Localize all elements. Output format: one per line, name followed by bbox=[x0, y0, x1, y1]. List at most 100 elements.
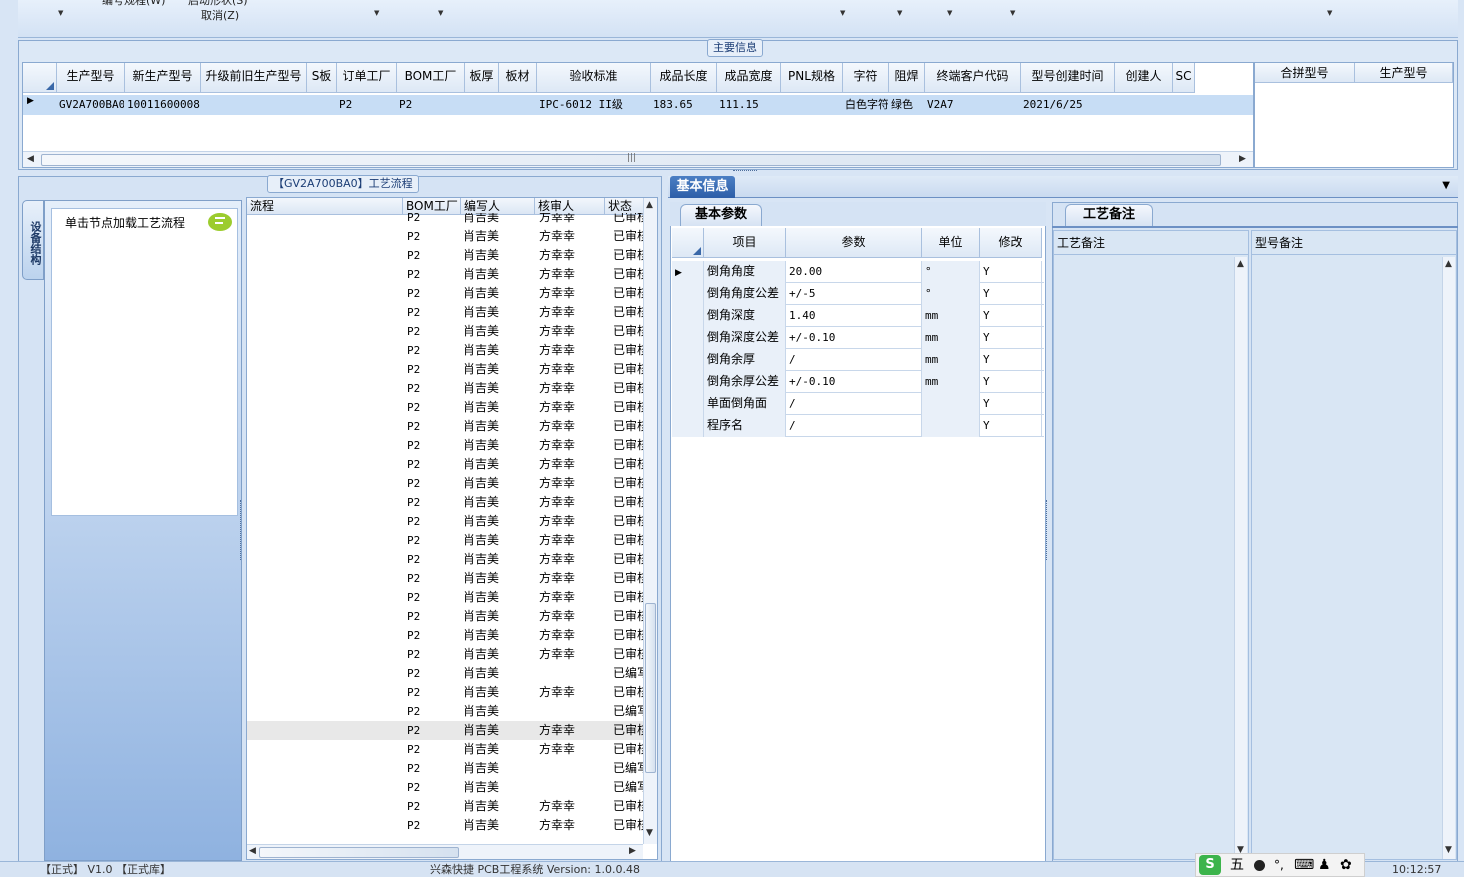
tree-row[interactable]: V槽P2肖吉美方幸幸已审核 bbox=[247, 683, 643, 702]
tree-row[interactable]: 贴膜2P2肖吉美方幸幸已审核 bbox=[247, 246, 643, 265]
table-cell[interactable]: 白色字符 bbox=[845, 96, 888, 114]
scroll-down-icon[interactable]: ▼ bbox=[1445, 845, 1452, 855]
scroll-up-icon[interactable]: ▲ bbox=[1237, 259, 1244, 269]
scrollbar-thumb[interactable] bbox=[645, 603, 656, 773]
table-cell[interactable]: P2 bbox=[339, 96, 396, 114]
tree-row[interactable]: −外层干膜2P2肖吉美方幸幸已审核 bbox=[247, 213, 643, 227]
horizontal-scrollbar[interactable]: ◀ ▶ bbox=[247, 844, 643, 859]
tree-row[interactable]: 板边包胶P2肖吉美方幸幸已审核 bbox=[247, 322, 643, 341]
dropdown-arrow-icon[interactable]: ▼ bbox=[1442, 180, 1450, 191]
param-row[interactable]: 倒角余厚 / mm Y bbox=[672, 349, 1044, 371]
param-column-header[interactable]: 修改 bbox=[980, 228, 1042, 258]
tab-process-notes[interactable]: 工艺备注 bbox=[1065, 204, 1153, 226]
tree-row[interactable]: 碱性蚀刻1P2肖吉美方幸幸已审核 bbox=[247, 417, 643, 436]
model-notes-box[interactable]: 型号备注 ▲ ▼ bbox=[1251, 230, 1457, 860]
merge-col-header[interactable]: 合拼型号 bbox=[1255, 63, 1355, 83]
vertical-scrollbar[interactable]: ▲ ▼ bbox=[643, 198, 657, 844]
column-header[interactable]: 成品长度 bbox=[651, 63, 717, 93]
column-header[interactable]: 升级前旧生产型号 bbox=[201, 63, 307, 93]
tree-row[interactable]: −终检P2肖吉美方幸幸已审核 bbox=[247, 797, 643, 816]
param-cell-value[interactable]: 1.40 bbox=[786, 305, 922, 327]
column-header[interactable]: 订单工厂 bbox=[337, 63, 397, 93]
dropdown-arrow-icon[interactable]: ▼ bbox=[58, 9, 63, 17]
splitter-handle[interactable] bbox=[240, 500, 244, 560]
dropdown-arrow-icon[interactable]: ▼ bbox=[1010, 9, 1015, 17]
tab-basic-params[interactable]: 基本参数 bbox=[680, 204, 762, 226]
column-header[interactable]: 新生产型号 bbox=[125, 63, 201, 93]
tree-row[interactable]: −字符P2肖吉美方幸幸已审核 bbox=[247, 607, 643, 626]
vertical-scrollbar[interactable]: ▲ ▼ bbox=[1442, 257, 1455, 859]
param-cell-value[interactable]: / bbox=[786, 393, 922, 415]
param-row[interactable]: 单面倒角面 / Y bbox=[672, 393, 1044, 415]
tree-row[interactable]: 铣板P2肖吉美已编写 bbox=[247, 702, 643, 721]
param-cell-value[interactable]: +/-5 bbox=[786, 283, 922, 305]
tree-row[interactable]: 电镀硬金P2肖吉美方幸幸已审核 bbox=[247, 341, 643, 360]
tree-row[interactable]: 金指倒边P2肖吉美方幸幸已审核 bbox=[247, 721, 643, 740]
dropdown-arrow-icon[interactable]: ▼ bbox=[947, 9, 952, 17]
tree-row[interactable]: 水洗烘干P2肖吉美方幸幸已审核 bbox=[247, 360, 643, 379]
scroll-up-icon[interactable]: ▲ bbox=[646, 200, 653, 210]
tree-row[interactable]: 曝光2P2肖吉美方幸幸已审核 bbox=[247, 265, 643, 284]
param-cell-value[interactable]: / bbox=[786, 415, 922, 437]
tree-row[interactable]: −电子测试P2肖吉美已编写 bbox=[247, 759, 643, 778]
splitter-handle[interactable] bbox=[1046, 500, 1050, 560]
param-row[interactable]: 倒角深度公差 +/-0.10 mm Y bbox=[672, 327, 1044, 349]
param-column-header[interactable]: 单位 bbox=[922, 228, 980, 258]
vertical-scrollbar[interactable]: ▲ ▼ bbox=[1234, 257, 1247, 859]
tab-basic-info[interactable]: 基本信息 bbox=[670, 176, 735, 198]
tree-row[interactable]: 曝光P2肖吉美方幸幸已审核 bbox=[247, 569, 643, 588]
dropdown-arrow-icon[interactable]: ▼ bbox=[1327, 9, 1332, 17]
scroll-right-icon[interactable]: ▶ bbox=[629, 846, 636, 856]
ime-logo-icon[interactable]: S bbox=[1199, 855, 1221, 875]
process-notes-box[interactable]: 工艺备注 ▲ ▼ bbox=[1053, 230, 1249, 860]
dropdown-arrow-icon[interactable]: ▼ bbox=[840, 9, 845, 17]
tree-row[interactable]: −阻焊P2肖吉美方幸幸已审核 bbox=[247, 493, 643, 512]
punctuation-icon[interactable]: °, bbox=[1274, 854, 1284, 876]
grid-menu-icon[interactable]: ✿ bbox=[1340, 854, 1352, 876]
tree-row[interactable]: 退膜1P2肖吉美方幸幸已审核 bbox=[247, 398, 643, 417]
table-cell[interactable]: 绿色 bbox=[891, 96, 924, 114]
param-cell-value[interactable]: / bbox=[786, 349, 922, 371]
tree-row[interactable]: 显影P2肖吉美方幸幸已审核 bbox=[247, 588, 643, 607]
column-header[interactable]: 生产型号 bbox=[57, 63, 125, 93]
tree-row[interactable]: 显影2P2肖吉美方幸幸已审核 bbox=[247, 284, 643, 303]
tree-row[interactable]: 功能检查P2肖吉美方幸幸已审核 bbox=[247, 816, 643, 835]
column-header[interactable]: 板材 bbox=[499, 63, 537, 93]
table-cell[interactable]: 10011600008238 bbox=[127, 96, 200, 114]
table-row[interactable]: ▶ GV2A700BA010011600008238 P2P2 IPC-6012 I… bbox=[23, 95, 1253, 115]
table-cell[interactable]: V2A7 bbox=[927, 96, 1020, 114]
tree-row[interactable]: 丝印P2肖吉美方幸幸已审核 bbox=[247, 531, 643, 550]
param-cell-value[interactable]: +/-0.10 bbox=[786, 327, 922, 349]
ime-mode[interactable]: 五 bbox=[1230, 854, 1244, 876]
scroll-up-icon[interactable]: ▲ bbox=[1445, 259, 1452, 269]
column-header[interactable]: BOM工厂 bbox=[397, 63, 465, 93]
column-header[interactable]: 字符 bbox=[843, 63, 889, 93]
table-cell[interactable]: P2 bbox=[399, 96, 464, 114]
scroll-left-icon[interactable]: ◀ bbox=[27, 154, 34, 164]
cancel-label[interactable]: 取消(Z) bbox=[201, 7, 239, 23]
table-cell[interactable]: IPC-6012 II级 bbox=[539, 96, 650, 114]
tree-row[interactable]: 外层AOI1P2肖吉美方幸幸已审核 bbox=[247, 474, 643, 493]
moon-icon[interactable] bbox=[1254, 860, 1265, 871]
param-column-header[interactable]: 参数 bbox=[786, 228, 922, 258]
tree-row[interactable]: 外层前处理2P2肖吉美方幸幸已审核 bbox=[247, 227, 643, 246]
keyboard-icon[interactable]: ⌨ bbox=[1294, 854, 1314, 876]
tree-row[interactable]: 水洗烘干1P2肖吉美方幸幸已审核 bbox=[247, 436, 643, 455]
tree-row[interactable]: 电子测试P2肖吉美已编写 bbox=[247, 778, 643, 797]
scroll-right-icon[interactable]: ▶ bbox=[1239, 154, 1246, 164]
param-row[interactable]: 倒角深度 1.40 mm Y bbox=[672, 305, 1044, 327]
scroll-left-icon[interactable]: ◀ bbox=[249, 846, 256, 856]
column-header[interactable]: 型号创建时间 bbox=[1021, 63, 1115, 93]
param-row[interactable]: 程序名 / Y bbox=[672, 415, 1044, 437]
column-header[interactable]: 阻焊 bbox=[889, 63, 925, 93]
param-row[interactable]: ▶ 倒角角度 20.00 ° Y bbox=[672, 261, 1044, 283]
column-header[interactable]: 终端客户代码 bbox=[925, 63, 1021, 93]
tree-row[interactable]: 成品清洗P2肖吉美方幸幸已审核 bbox=[247, 740, 643, 759]
tree-row[interactable]: 预烘P2肖吉美方幸幸已审核 bbox=[247, 550, 643, 569]
param-row[interactable]: 倒角余厚公差 +/-0.10 mm Y bbox=[672, 371, 1044, 393]
table-cell[interactable]: 2021/6/25 bbox=[1023, 96, 1114, 114]
dropdown-arrow-icon[interactable]: ▼ bbox=[438, 9, 443, 17]
scrollbar-thumb[interactable] bbox=[259, 847, 459, 858]
param-cell-value[interactable]: +/-0.10 bbox=[786, 371, 922, 393]
column-header[interactable]: S板 bbox=[307, 63, 337, 93]
